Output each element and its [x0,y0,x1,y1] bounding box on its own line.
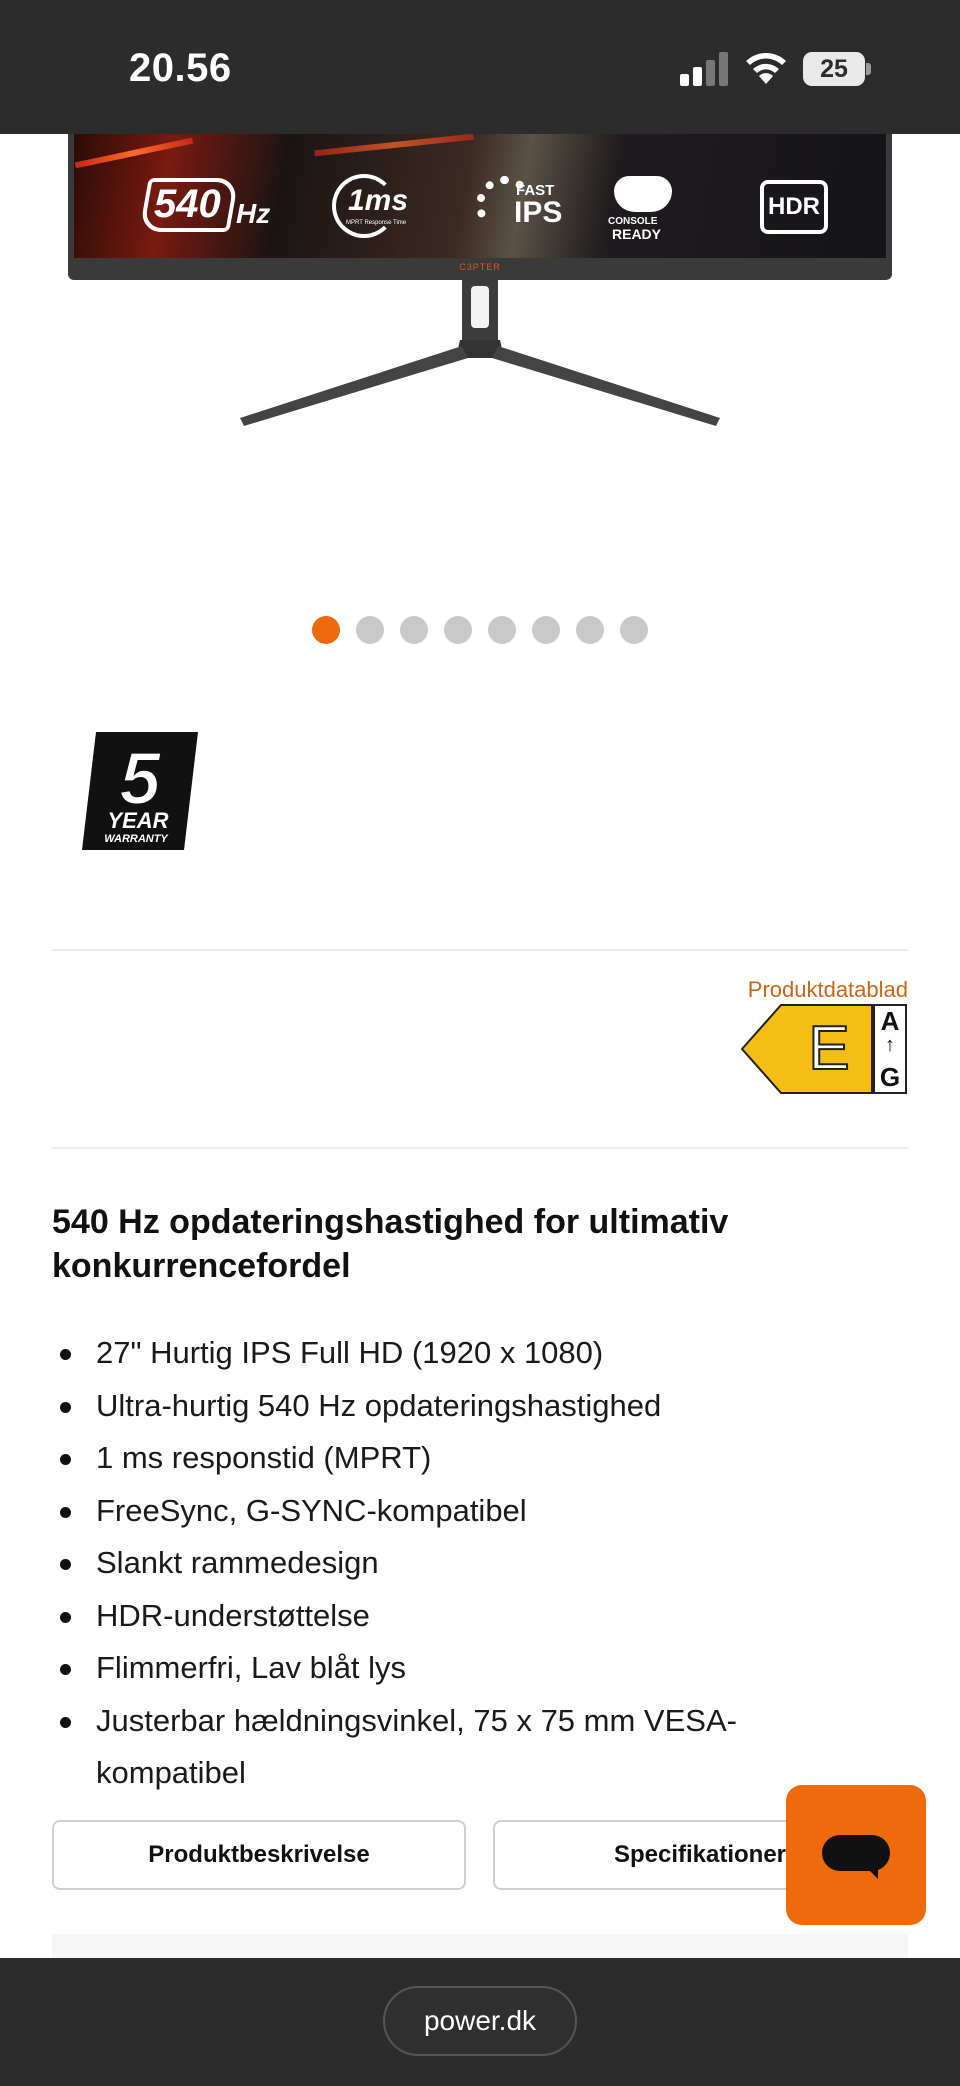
list-item: Ultra-hurtig 540 Hz opdateringshastighed [52,1380,882,1433]
response-time-badge: 1ms MPRT Response Time [332,174,412,238]
carousel-dot[interactable] [620,616,648,644]
console-ready-badge: CONSOLE READY [606,174,686,242]
carousel-dot[interactable] [488,616,516,644]
ready-label: READY [612,226,662,242]
panel-type-label: IPS [514,196,563,229]
address-bar[interactable]: power.dk [383,1986,577,2056]
next-section-peek [52,1934,908,1958]
bezel-logo: C3PTER [459,262,501,272]
battery-cap [866,63,871,75]
carousel-dot[interactable] [576,616,604,644]
response-time-caption: MPRT Response Time [346,220,407,226]
warranty-unit: YEAR [107,808,168,833]
product-headline: 540 Hz opdateringshastighed for ultimati… [52,1203,729,1285]
energy-label[interactable]: E A ↑ G [741,1004,907,1094]
list-item: Slankt rammedesign [52,1537,882,1590]
warranty-label: WARRANTY [104,833,169,845]
monitor-stand [240,280,720,426]
list-item: FreeSync, G-SYNC-kompatibel [52,1485,882,1538]
battery-icon: 25 [803,52,871,86]
warranty-badge: 5 YEAR WARRANTY [82,732,198,850]
fast-ips-badge: FAST IPS [476,174,566,238]
monitor-screen: 540 Hz 1ms MPRT Response Time FAST IPS C… [74,134,886,258]
refresh-rate-badge: 540 Hz [139,174,270,236]
list-item: 1 ms responstid (MPRT) [52,1432,882,1485]
list-item: Justerbar hældningsvinkel, 75 x 75 mm VE… [52,1695,882,1800]
product-datasheet-link[interactable]: Produktdatablad [748,977,908,1003]
list-item: 27" Hurtig IPS Full HD (1920 x 1080) [52,1327,882,1380]
energy-scale-arrow: ↑ [885,1034,895,1056]
chat-bubble-icon [822,1835,890,1871]
product-description-button[interactable]: Produktbeskrivelse [52,1820,466,1890]
energy-scale-top: A [880,1006,900,1036]
response-time-value: 1ms [348,184,409,217]
wifi-icon [746,53,786,84]
feature-list: 27" Hurtig IPS Full HD (1920 x 1080) Ult… [52,1327,882,1800]
clock: 20.56 [129,46,232,90]
light-streak [314,134,474,157]
divider [52,1147,908,1149]
carousel-dot[interactable] [356,616,384,644]
carousel-dot[interactable] [532,616,560,644]
product-image[interactable]: 540 Hz 1ms MPRT Response Time FAST IPS C… [66,134,894,454]
list-item: HDR-understøttelse [52,1590,882,1643]
browser-bottom-bar: power.dk [0,1958,960,2086]
refresh-number: 540 [154,182,221,226]
feature-badges: 540 Hz 1ms MPRT Response Time FAST IPS C… [139,174,844,242]
carousel-dot[interactable] [312,616,340,644]
list-item: Flimmerfri, Lav blåt lys [52,1642,882,1695]
chat-bubble-tail [864,1865,878,1879]
energy-scale-bottom: G [879,1062,901,1092]
warranty-badge-graphic: 5 YEAR WARRANTY [82,732,198,850]
chat-button[interactable] [786,1785,926,1925]
light-streak [74,137,194,169]
status-bar: 20.56 25 [0,0,960,134]
battery-level: 25 [820,55,848,83]
energy-grade: E [807,1013,850,1084]
divider [52,949,908,951]
refresh-unit: Hz [236,198,271,229]
cellular-signal-icon [680,52,728,86]
energy-scale: A ↑ G [873,1004,907,1094]
carousel-dot[interactable] [444,616,472,644]
gamepad-icon [614,176,672,212]
hdr-badge: HDR [760,180,828,234]
carousel-dot[interactable] [400,616,428,644]
